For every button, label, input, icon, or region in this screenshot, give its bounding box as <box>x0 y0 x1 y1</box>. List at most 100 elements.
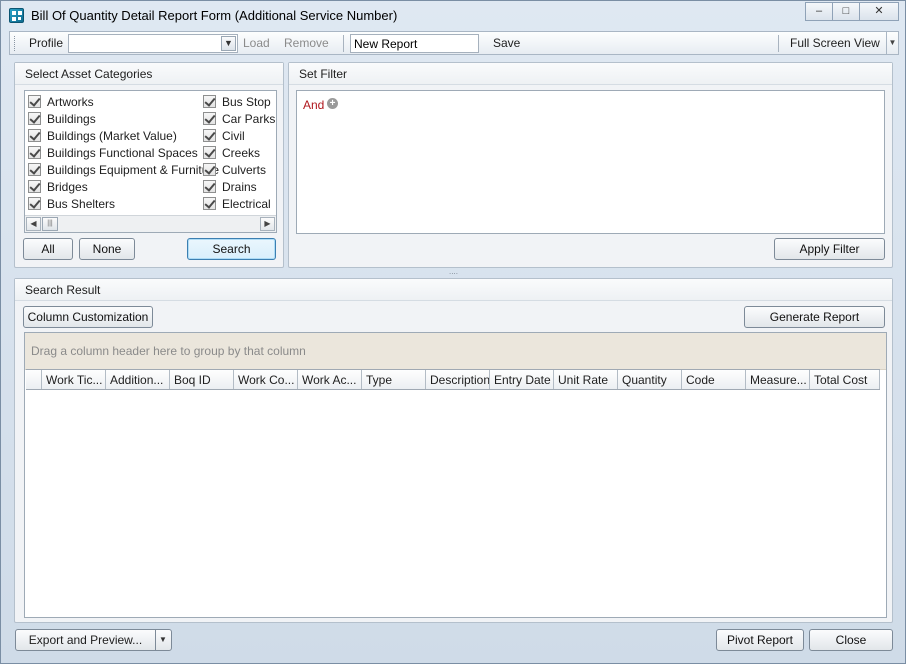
report-form-window: Bill Of Quantity Detail Report Form (Add… <box>0 0 906 664</box>
column-customization-button[interactable]: Column Customization <box>23 306 153 328</box>
asset-column-right: Bus Stop Car Parks Civil Creeks Culverts Drai… <box>203 93 275 212</box>
panel-splitter[interactable]: .... <box>13 268 894 276</box>
checkbox[interactable] <box>203 163 216 176</box>
checkbox[interactable] <box>28 129 41 142</box>
asset-category-item[interactable]: Bus Shelters <box>28 195 219 212</box>
asset-category-list: Artworks Buildings Buildings (Market Value… <box>24 90 277 233</box>
asset-category-item[interactable]: Artworks <box>28 93 219 110</box>
toolbar: Profile ▼ Load Remove Save Full Screen V… <box>9 31 899 55</box>
asset-category-label: Buildings Equipment & Furniture <box>47 162 220 177</box>
toolbar-grip[interactable] <box>14 36 17 51</box>
column-header[interactable]: Entry Date <box>490 370 554 389</box>
select-all-button[interactable]: All <box>23 238 73 260</box>
column-header[interactable]: Total Cost <box>810 370 880 389</box>
remove-button[interactable]: Remove <box>284 36 329 50</box>
window-title: Bill Of Quantity Detail Report Form (Add… <box>31 8 398 23</box>
asset-category-item[interactable]: Electrical <box>203 195 275 212</box>
column-header[interactable]: Work Ac... <box>298 370 362 389</box>
asset-category-item[interactable]: Buildings Functional Spaces <box>28 144 219 161</box>
column-header[interactable]: Boq ID <box>170 370 234 389</box>
filter-operator[interactable]: And <box>303 98 324 112</box>
asset-category-label: Buildings Functional Spaces <box>47 145 198 160</box>
scroll-thumb[interactable]: ||| <box>42 217 58 231</box>
checkbox[interactable] <box>28 146 41 159</box>
select-none-button[interactable]: None <box>79 238 135 260</box>
column-header[interactable]: Work Co... <box>234 370 298 389</box>
asset-category-item[interactable]: Bridges <box>28 178 219 195</box>
apply-filter-button[interactable]: Apply Filter <box>774 238 885 260</box>
asset-category-item[interactable]: Civil <box>203 127 275 144</box>
column-header[interactable]: Quantity <box>618 370 682 389</box>
asset-categories-panel: Select Asset Categories Artworks Building… <box>14 62 284 268</box>
export-preview-button[interactable]: Export and Preview... <box>16 630 156 650</box>
search-button[interactable]: Search <box>187 238 276 260</box>
asset-column-left: Artworks Buildings Buildings (Market Value… <box>28 93 219 212</box>
close-button[interactable]: Close <box>809 629 893 651</box>
checkbox[interactable] <box>28 95 41 108</box>
asset-category-label: Bridges <box>47 179 88 194</box>
asset-category-label: Bus Shelters <box>47 196 116 211</box>
asset-category-label: Buildings <box>47 111 96 126</box>
asset-category-item[interactable]: Buildings <box>28 110 219 127</box>
scroll-right-icon[interactable]: ▶ <box>260 217 275 231</box>
filter-editor[interactable]: And + <box>296 90 885 234</box>
asset-category-label: Electrical <box>222 196 271 211</box>
checkbox[interactable] <box>203 197 216 210</box>
asset-categories-header: Select Asset Categories <box>15 63 283 85</box>
toolbar-separator <box>778 35 779 52</box>
column-header[interactable]: Type <box>362 370 426 389</box>
checkbox[interactable] <box>203 146 216 159</box>
asset-category-label: Creeks <box>222 145 261 160</box>
minimize-button[interactable]: – <box>805 2 833 21</box>
app-icon <box>9 8 24 23</box>
report-name-input[interactable] <box>350 34 479 53</box>
asset-category-label: Artworks <box>47 94 94 109</box>
checkbox[interactable] <box>203 180 216 193</box>
column-header[interactable]: Work Tic... <box>42 370 106 389</box>
column-header[interactable]: Addition... <box>106 370 170 389</box>
asset-category-item[interactable]: Creeks <box>203 144 275 161</box>
profile-label: Profile <box>29 36 64 50</box>
export-preview-split-button[interactable]: Export and Preview... ▼ <box>15 629 172 651</box>
asset-category-label: Bus Stop <box>222 94 271 109</box>
checkbox[interactable] <box>203 95 216 108</box>
column-header[interactable]: Unit Rate <box>554 370 618 389</box>
title-bar: Bill Of Quantity Detail Report Form (Add… <box>1 1 905 31</box>
search-result-header: Search Result <box>15 279 892 301</box>
group-by-area[interactable]: Drag a column header here to group by th… <box>25 333 886 370</box>
asset-category-item[interactable]: Car Parks <box>203 110 275 127</box>
profile-dropdown[interactable]: ▼ <box>68 34 238 53</box>
toolbar-options-icon[interactable]: ▼ <box>886 32 898 54</box>
checkbox[interactable] <box>28 197 41 210</box>
asset-category-item[interactable]: Culverts <box>203 161 275 178</box>
full-screen-view-button[interactable]: Full Screen View <box>790 36 880 50</box>
maximize-button[interactable]: □ <box>832 2 860 21</box>
asset-category-item[interactable]: Buildings Equipment & Furniture <box>28 161 219 178</box>
row-indicator-header <box>26 370 42 389</box>
chevron-down-icon[interactable]: ▼ <box>155 630 171 650</box>
column-header[interactable]: Description <box>426 370 490 389</box>
close-window-button[interactable]: ✕ <box>859 2 899 21</box>
checkbox[interactable] <box>203 112 216 125</box>
column-header[interactable]: Code <box>682 370 746 389</box>
checkbox[interactable] <box>28 163 41 176</box>
set-filter-panel: Set Filter And + Apply Filter <box>288 62 893 268</box>
asset-category-label: Civil <box>222 128 245 143</box>
checkbox[interactable] <box>203 129 216 142</box>
asset-category-item[interactable]: Drains <box>203 178 275 195</box>
load-button[interactable]: Load <box>243 36 270 50</box>
checkbox[interactable] <box>28 180 41 193</box>
asset-category-item[interactable]: Bus Stop <box>203 93 275 110</box>
pivot-report-button[interactable]: Pivot Report <box>716 629 804 651</box>
column-header[interactable]: Measure... <box>746 370 810 389</box>
scroll-left-icon[interactable]: ◀ <box>26 217 41 231</box>
chevron-down-icon[interactable]: ▼ <box>221 36 236 51</box>
search-result-panel: Search Result Column Customization Gener… <box>14 278 893 623</box>
window-controls: – □ ✕ <box>805 2 899 21</box>
checkbox[interactable] <box>28 112 41 125</box>
add-condition-icon[interactable]: + <box>327 98 338 109</box>
horizontal-scrollbar[interactable]: ◀ ||| ▶ <box>25 215 276 232</box>
generate-report-button[interactable]: Generate Report <box>744 306 885 328</box>
asset-category-item[interactable]: Buildings (Market Value) <box>28 127 219 144</box>
save-button[interactable]: Save <box>493 36 520 50</box>
